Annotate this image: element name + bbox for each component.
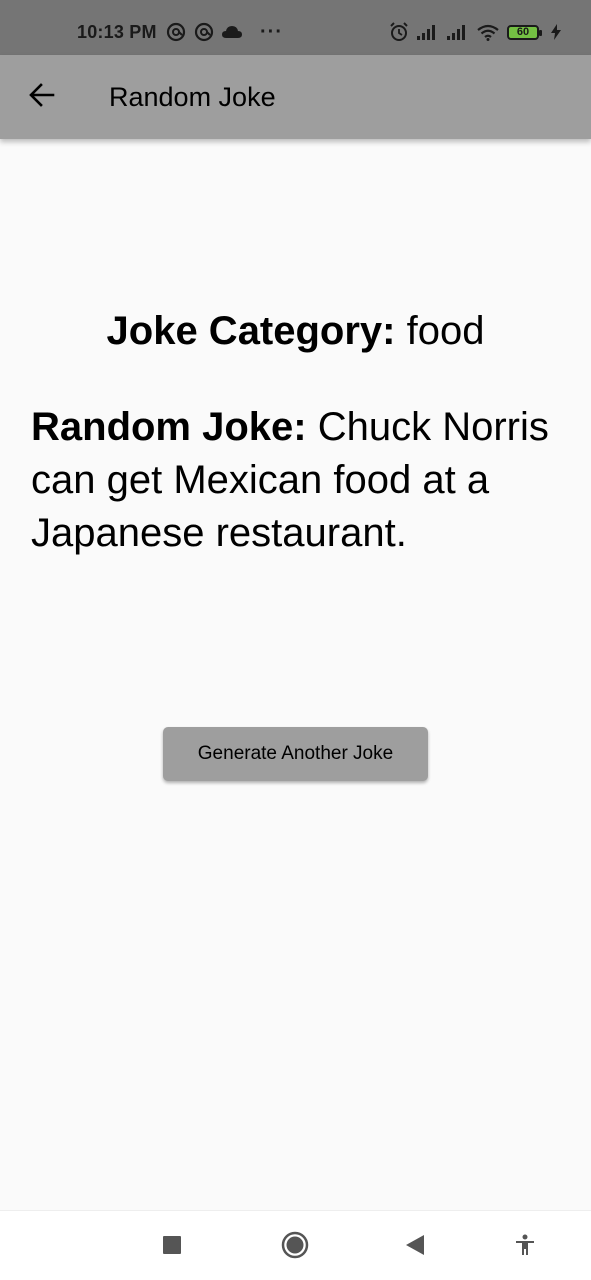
signal-icon <box>417 24 439 40</box>
back-nav-button[interactable] <box>397 1229 433 1265</box>
joke-category-label: Joke Category: <box>106 309 396 353</box>
random-joke-label: Random Joke: <box>31 405 307 449</box>
signal-icon <box>447 24 469 40</box>
app-bar: Random Joke <box>0 55 591 139</box>
status-time: 10:13 PM <box>77 22 157 42</box>
battery-icon: 60 <box>507 24 542 40</box>
random-joke: Random Joke: Chuck Norris can get Mexica… <box>31 401 551 560</box>
at-sign-icon <box>194 22 214 42</box>
arrow-left-icon <box>29 82 55 112</box>
charging-icon <box>551 24 561 40</box>
status-bar: 10:13 PM ··· 60 <box>0 0 591 55</box>
status-icons-right: 60 <box>389 22 561 42</box>
wifi-icon <box>477 24 499 41</box>
navigation-bar <box>0 1210 591 1280</box>
accessibility-button[interactable] <box>507 1229 543 1265</box>
screen: 10:13 PM ··· 60 Random Joke Joke Categor… <box>0 0 591 1280</box>
back-button[interactable] <box>20 75 64 119</box>
back-icon <box>406 1234 424 1260</box>
recents-button[interactable] <box>154 1229 190 1265</box>
cloud-icon <box>222 25 242 39</box>
at-sign-icon <box>166 22 186 42</box>
more-dots: ··· <box>260 21 283 43</box>
accessibility-icon <box>514 1234 536 1261</box>
page-title: Random Joke <box>109 82 276 112</box>
alarm-icon <box>389 22 409 42</box>
home-icon <box>281 1231 309 1264</box>
joke-category-value: food <box>406 309 485 353</box>
generate-another-joke-button[interactable]: Generate Another Joke <box>163 727 428 781</box>
joke-category: Joke Category: food <box>0 305 591 357</box>
recents-icon <box>163 1235 181 1259</box>
status-icons-left: ··· <box>166 22 283 42</box>
home-button[interactable] <box>277 1229 313 1265</box>
